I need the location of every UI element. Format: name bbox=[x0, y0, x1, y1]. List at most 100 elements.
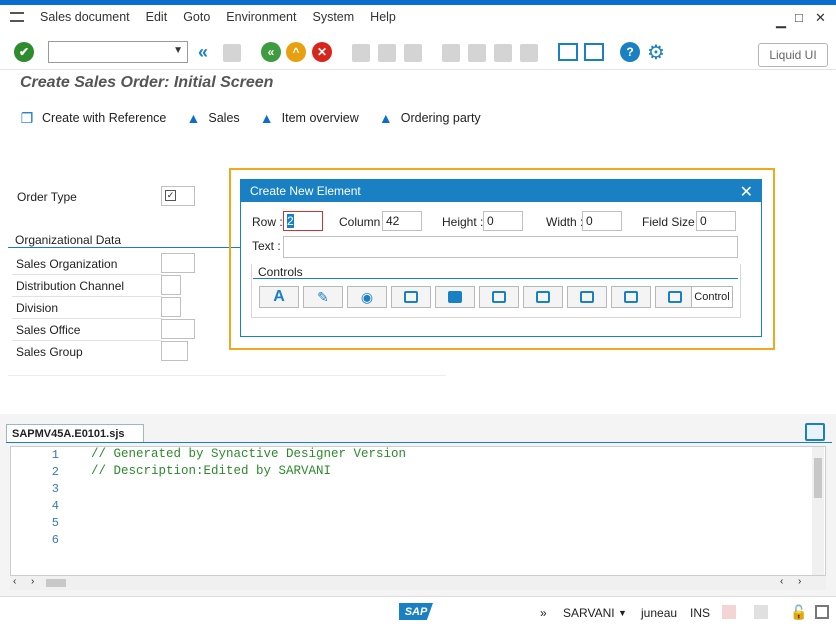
scrollbar-thumb[interactable] bbox=[814, 458, 822, 498]
line-number: 2 bbox=[51, 465, 59, 479]
shortcut-icon[interactable] bbox=[584, 43, 604, 61]
order-type-field[interactable]: ✓ bbox=[161, 186, 195, 206]
status-user[interactable]: SARVANI bbox=[563, 606, 615, 620]
ordering-party-button[interactable]: ▲ Ordering party bbox=[377, 110, 481, 126]
create-with-reference-button[interactable]: ❐ Create with Reference bbox=[18, 109, 167, 126]
scroll-right-icon[interactable]: › bbox=[798, 576, 801, 587]
cancel-icon[interactable]: ✕ bbox=[312, 42, 332, 62]
find-next-icon bbox=[404, 44, 422, 62]
text-label: Text : bbox=[252, 239, 281, 253]
chevron-down-icon[interactable]: ▼ bbox=[173, 45, 183, 56]
menu-icon[interactable] bbox=[10, 12, 24, 22]
org-group-title: Organizational Data bbox=[15, 233, 122, 247]
group-box-icon bbox=[492, 291, 506, 303]
box-control-button[interactable] bbox=[435, 286, 475, 308]
line-number: 5 bbox=[51, 516, 59, 530]
application-toolbar: ❐ Create with Reference ▲ Sales ▲ Item o… bbox=[0, 102, 836, 134]
width-label: Width : bbox=[546, 215, 584, 229]
next-page-icon bbox=[494, 44, 512, 62]
save-icon[interactable] bbox=[805, 423, 825, 441]
menu-sales-document[interactable]: Sales document bbox=[40, 10, 130, 24]
field-size-label: Field Size : bbox=[642, 215, 702, 229]
radio-control-button[interactable]: ◉ bbox=[347, 286, 387, 308]
horizontal-scrollbar[interactable]: ‹ › ‹ › bbox=[10, 576, 826, 590]
close-window-icon[interactable]: ✕ bbox=[815, 10, 826, 26]
editor-tab[interactable]: SAPMV45A.E0101.sjs bbox=[6, 424, 144, 443]
menu-edit[interactable]: Edit bbox=[146, 10, 168, 24]
column-label: Column : bbox=[339, 215, 388, 229]
scroll-left-icon[interactable]: ‹ bbox=[13, 576, 16, 587]
checkbox-control-button[interactable] bbox=[391, 286, 431, 308]
width-input[interactable]: 0 bbox=[582, 211, 622, 231]
pencil-icon: ✎ bbox=[317, 288, 329, 305]
scroll-right-icon[interactable]: › bbox=[31, 576, 34, 587]
menu-help[interactable]: Help bbox=[370, 10, 396, 24]
menu-system[interactable]: System bbox=[312, 10, 354, 24]
scrollbar-thumb[interactable] bbox=[46, 579, 66, 587]
division-field[interactable] bbox=[161, 297, 181, 317]
sales-group-field[interactable] bbox=[161, 341, 188, 361]
mountain-icon: ▲ bbox=[259, 110, 274, 126]
dropdown-control-button[interactable] bbox=[611, 286, 651, 308]
ordering-party-label: Ordering party bbox=[400, 111, 481, 125]
status-expand-icon[interactable]: » bbox=[540, 606, 547, 620]
table-control-button[interactable] bbox=[655, 286, 695, 308]
letter-a-icon: A bbox=[273, 288, 285, 305]
minimize-icon[interactable]: ▁ bbox=[776, 13, 786, 29]
row-divider bbox=[12, 318, 162, 319]
line-number: 6 bbox=[51, 533, 59, 547]
status-graph-icon bbox=[722, 605, 736, 619]
image-control-button[interactable] bbox=[567, 286, 607, 308]
pencil-control-button[interactable]: ✎ bbox=[303, 286, 343, 308]
command-field[interactable]: ▼ bbox=[48, 41, 188, 63]
back-icon[interactable]: « bbox=[261, 42, 281, 62]
liquid-ui-button[interactable]: Liquid UI bbox=[758, 43, 828, 67]
enter-check-icon[interactable]: ✔ bbox=[14, 42, 34, 62]
text-input[interactable] bbox=[283, 236, 738, 258]
menu-goto[interactable]: Goto bbox=[183, 10, 210, 24]
fast-back-icon[interactable]: « bbox=[198, 42, 208, 63]
sales-office-field[interactable] bbox=[161, 319, 195, 339]
chevron-down-icon[interactable]: ▼ bbox=[618, 608, 627, 618]
text-control-button[interactable]: A bbox=[259, 286, 299, 308]
column-input[interactable]: 42 bbox=[382, 211, 422, 231]
row-input[interactable]: 2 bbox=[283, 211, 323, 231]
page-title: Create Sales Order: Initial Screen bbox=[20, 74, 274, 91]
lock-icon[interactable]: 🔓 bbox=[790, 604, 807, 621]
field-size-value: 0 bbox=[700, 214, 707, 228]
row-label: Row : bbox=[252, 215, 283, 229]
previous-page-icon bbox=[468, 44, 486, 62]
find-icon bbox=[378, 44, 396, 62]
print-icon bbox=[352, 44, 370, 62]
mountain-icon: ▲ bbox=[186, 110, 201, 126]
gear-icon[interactable]: ⚙ bbox=[647, 40, 665, 65]
dialog-title: Create New Element bbox=[250, 184, 361, 198]
groupbox-control-button[interactable] bbox=[479, 286, 519, 308]
dropdown-icon bbox=[624, 291, 638, 303]
field-size-input[interactable]: 0 bbox=[696, 211, 736, 231]
control-button[interactable]: Control bbox=[691, 286, 733, 308]
controls-divider bbox=[253, 278, 738, 279]
help-icon[interactable]: ? bbox=[620, 42, 640, 62]
editor-tab-line bbox=[6, 442, 832, 443]
distribution-channel-field[interactable] bbox=[161, 275, 181, 295]
create-session-icon[interactable] bbox=[558, 43, 578, 61]
sales-organization-label: Sales Organization bbox=[16, 257, 118, 271]
sales-organization-field[interactable] bbox=[161, 253, 195, 273]
status-layout-icon[interactable] bbox=[815, 605, 829, 619]
height-label: Height : bbox=[442, 215, 484, 229]
item-overview-button[interactable]: ▲ Item overview bbox=[258, 110, 359, 126]
sales-button[interactable]: ▲ Sales bbox=[184, 110, 239, 126]
code-editor[interactable]: 1 2 3 4 5 6 // Generated by Synactive De… bbox=[10, 446, 826, 576]
menu-environment[interactable]: Environment bbox=[226, 10, 296, 24]
listbox-control-button[interactable] bbox=[523, 286, 563, 308]
copy-document-icon: ❐ bbox=[20, 109, 34, 126]
close-icon[interactable]: ✕ bbox=[740, 182, 753, 202]
maximize-icon[interactable]: □ bbox=[795, 10, 803, 25]
height-input[interactable]: 0 bbox=[483, 211, 523, 231]
status-transfer-icon bbox=[754, 605, 768, 619]
sales-label: Sales bbox=[208, 111, 240, 125]
mountain-icon: ▲ bbox=[378, 110, 393, 126]
exit-icon[interactable]: ^ bbox=[286, 42, 306, 62]
scroll-left-icon[interactable]: ‹ bbox=[780, 576, 783, 587]
